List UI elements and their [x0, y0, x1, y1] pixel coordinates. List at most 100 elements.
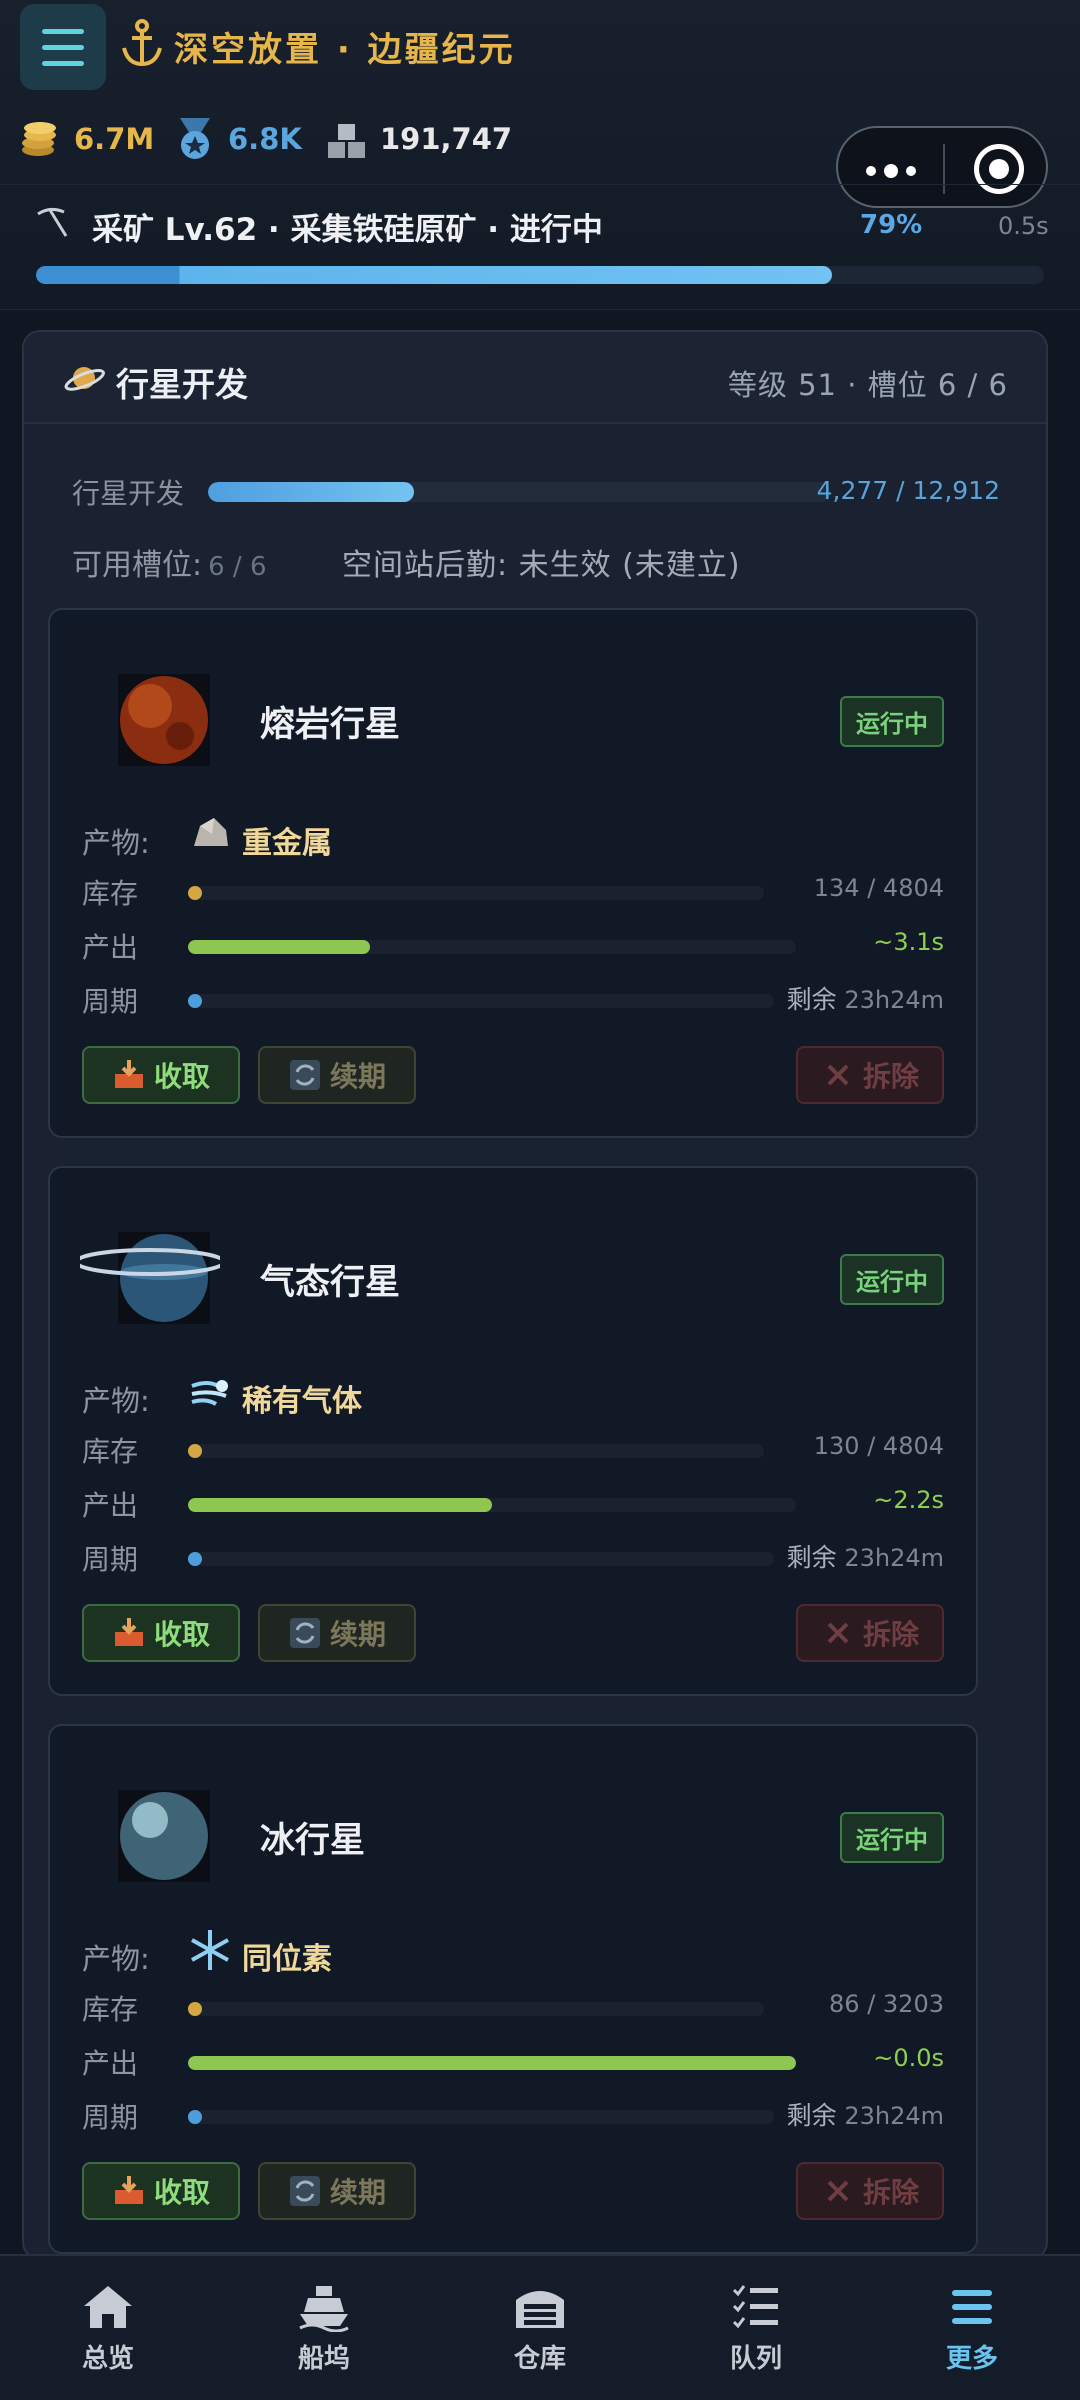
- nav-shipyard[interactable]: 船坞: [216, 2256, 432, 2400]
- remaining-label: 剩余: [786, 985, 837, 1014]
- output-value: ~2.2s: [873, 1486, 944, 1514]
- stock-label: 库存: [82, 877, 139, 910]
- collect-label: 收取: [153, 1618, 210, 1651]
- development-progress-bar: [208, 482, 830, 502]
- panel-header: 行星开发 等级 51 · 槽位 6 / 6: [24, 332, 1046, 424]
- nav-overview[interactable]: 总览: [0, 2256, 216, 2400]
- refresh-icon: [289, 1060, 320, 1090]
- output-bar: [188, 940, 796, 954]
- stock-bar: [188, 886, 764, 900]
- remaining-time: 23h24m: [844, 986, 944, 1014]
- refresh-icon: [289, 1618, 320, 1648]
- renew-button[interactable]: 续期: [258, 1046, 416, 1104]
- nav-overview-label: 总览: [81, 2343, 134, 2374]
- demolish-button[interactable]: 拆除: [796, 2162, 944, 2220]
- snowflake-icon: [191, 1930, 229, 1970]
- remaining-time: 23h24m: [844, 1544, 944, 1572]
- available-slots-value: 6 / 6: [208, 552, 267, 582]
- inbox-tray-icon: [114, 1060, 143, 1088]
- collect-button[interactable]: 收取: [82, 1046, 240, 1104]
- ringed-planet-icon: [64, 367, 105, 391]
- demolish-button[interactable]: 拆除: [796, 1046, 944, 1104]
- cycle-indicator: [188, 994, 202, 1008]
- nav-queue-label: 队列: [729, 2343, 782, 2374]
- stock-bar: [188, 2002, 764, 2016]
- demolish-label: 拆除: [862, 2176, 919, 2209]
- demolish-label: 拆除: [862, 1618, 919, 1651]
- nav-more[interactable]: 更多: [864, 2256, 1080, 2400]
- development-progress-fill: [208, 482, 414, 502]
- gas-icon: [191, 1380, 228, 1406]
- output-value: ~3.1s: [873, 928, 944, 956]
- cargo-value: 191,747: [380, 122, 513, 156]
- nav-more-label: 更多: [945, 2343, 998, 2374]
- stock-label: 库存: [82, 1435, 139, 1468]
- development-value: 4,277 / 12,912: [816, 476, 1000, 505]
- stock-label: 库存: [82, 1993, 139, 2026]
- renew-label: 续期: [329, 1060, 386, 1093]
- inbox-tray-icon: [114, 2176, 143, 2204]
- ship-icon: [299, 2285, 349, 2332]
- available-slots-label: 可用槽位:: [72, 548, 203, 583]
- panel-title: 行星开发: [116, 365, 248, 404]
- output-bar: [188, 2056, 796, 2070]
- menu-icon: [952, 2289, 992, 2324]
- demolish-button[interactable]: 拆除: [796, 1604, 944, 1662]
- medals-resource: 6.8K: [172, 114, 302, 164]
- mining-task-time: 0.5s: [998, 212, 1049, 240]
- available-slots: 可用槽位: 6 / 6: [72, 540, 266, 584]
- coins-resource: 6.7M: [18, 114, 154, 164]
- nav-warehouse-label: 仓库: [513, 2343, 566, 2374]
- top-header: 深空放置 · 边疆纪元 6.7M 6.8K 191,747 采矿 Lv.62 ·…: [0, 0, 1080, 310]
- checklist-icon: [732, 2284, 778, 2328]
- remaining-label: 剩余: [786, 1543, 837, 1572]
- cycle-label: 周期: [82, 2101, 139, 2134]
- product-label: 产物:: [82, 826, 150, 860]
- cycle-indicator: [188, 2110, 202, 2124]
- warehouse-icon: [516, 2290, 564, 2328]
- mining-task-percent: 79%: [860, 210, 923, 240]
- home-icon: [84, 2285, 132, 2328]
- cycle-value: 剩余 23h24m: [787, 980, 944, 1016]
- more-options-button[interactable]: [866, 164, 916, 178]
- ice-planet-avatar: [118, 1790, 210, 1882]
- panel-level-slots: 等级 51 · 槽位 6 / 6: [727, 368, 1008, 402]
- output-bar: [188, 1498, 796, 1512]
- demolish-label: 拆除: [862, 1060, 919, 1093]
- status-badge: 运行中: [840, 1254, 944, 1305]
- product-label: 产物:: [82, 1384, 150, 1418]
- close-x-icon: [827, 1064, 849, 1086]
- planet-name: 冰行星: [260, 1821, 366, 1861]
- hamburger-menu-button[interactable]: [20, 4, 106, 90]
- status-badge: 运行中: [840, 696, 944, 747]
- cycle-indicator: [188, 1552, 202, 1566]
- renew-button[interactable]: 续期: [258, 1604, 416, 1662]
- renew-label: 续期: [329, 2176, 386, 2209]
- planet-card: 冰行星 运行中 产物: 同位素 库存 86 / 3203 产出 ~0.0s 周期 剩余 23h24…: [48, 1724, 978, 2254]
- gas-planet-avatar: [80, 1232, 220, 1324]
- development-label: 行星开发: [72, 477, 185, 510]
- app-title: 深空放置 · 边疆纪元: [174, 30, 516, 70]
- product-name: 同位素: [242, 1942, 332, 1977]
- collect-button[interactable]: 收取: [82, 1604, 240, 1662]
- cycle-bar: [188, 1552, 774, 1566]
- output-label: 产出: [82, 2047, 139, 2080]
- renew-button[interactable]: 续期: [258, 2162, 416, 2220]
- renew-label: 续期: [329, 1618, 386, 1651]
- planet-name: 气态行星: [260, 1263, 401, 1303]
- close-target-button[interactable]: [974, 144, 1024, 194]
- cycle-label: 周期: [82, 985, 139, 1018]
- stock-indicator: [188, 2002, 202, 2016]
- mining-progress-bar: [36, 266, 1044, 284]
- nav-warehouse[interactable]: 仓库: [432, 2256, 648, 2400]
- collect-button[interactable]: 收取: [82, 2162, 240, 2220]
- nav-queue[interactable]: 队列: [648, 2256, 864, 2400]
- cargo-icon: [328, 124, 365, 158]
- nav-shipyard-label: 船坞: [297, 2343, 350, 2374]
- close-x-icon: [827, 2180, 849, 2202]
- mini-program-capsule: [836, 126, 1048, 208]
- cycle-value: 剩余 23h24m: [787, 2096, 944, 2132]
- stock-value: 130 / 4804: [813, 1432, 944, 1460]
- cargo-resource: 191,747: [324, 114, 512, 164]
- cycle-bar: [188, 994, 774, 1008]
